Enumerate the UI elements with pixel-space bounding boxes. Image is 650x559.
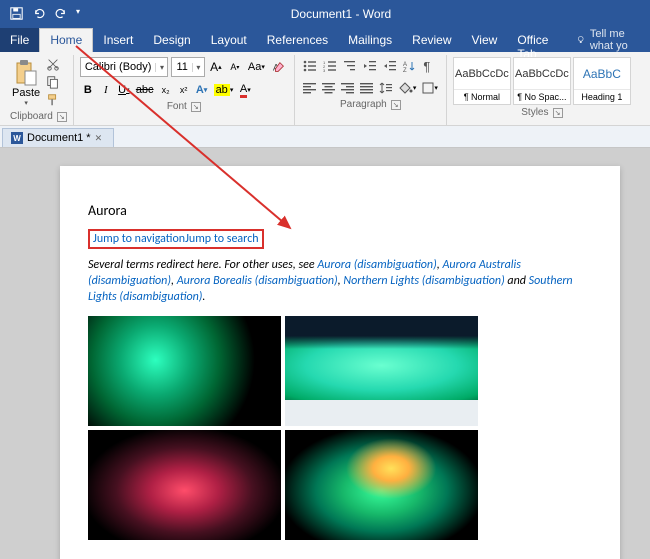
underline-button[interactable]: U▾ xyxy=(116,81,132,99)
clipboard-launcher[interactable]: ↘ xyxy=(57,112,67,122)
text-effects-button[interactable]: A▾ xyxy=(194,81,210,99)
group-styles: AaBbCcDc¶ Normal AaBbCcDc¶ No Spac... Aa… xyxy=(447,55,637,125)
clear-format-button[interactable]: A xyxy=(270,58,288,76)
group-clipboard: Paste ▾ Clipboard ↘ xyxy=(4,55,74,125)
tab-mailings[interactable]: Mailings xyxy=(338,28,402,52)
link-northern-disambig[interactable]: Northern Lights (disambiguation) xyxy=(343,274,504,288)
font-size-combo[interactable]: 11▾ xyxy=(171,57,204,77)
tell-me[interactable]: Tell me what yo xyxy=(576,28,650,52)
style-normal[interactable]: AaBbCcDc¶ Normal xyxy=(453,57,511,105)
sort-button[interactable]: AZ xyxy=(401,57,417,75)
shrink-font-button[interactable]: A▾ xyxy=(227,58,243,76)
font-launcher[interactable]: ↘ xyxy=(191,102,201,112)
tab-design[interactable]: Design xyxy=(143,28,200,52)
tab-file[interactable]: File xyxy=(0,28,39,52)
redo-icon[interactable] xyxy=(54,7,68,21)
increase-indent-button[interactable] xyxy=(381,57,399,75)
save-icon[interactable] xyxy=(10,7,24,21)
svg-text:Z: Z xyxy=(403,68,407,72)
bold-button[interactable]: B xyxy=(80,81,96,99)
tab-insert[interactable]: Insert xyxy=(93,28,143,52)
group-font-label: Font xyxy=(167,101,187,112)
close-doc-icon[interactable]: ✕ xyxy=(95,133,105,143)
disambig-text: Several terms redirect here. For other u… xyxy=(88,257,592,306)
annotation-redbox: Jump to navigationJump to search xyxy=(88,229,264,249)
aurora-image-1[interactable] xyxy=(88,316,281,426)
jump-search-link[interactable]: Jump to search xyxy=(185,232,258,246)
decrease-indent-button[interactable] xyxy=(361,57,379,75)
tab-review[interactable]: Review xyxy=(402,28,461,52)
group-clipboard-label: Clipboard xyxy=(10,111,53,122)
styles-launcher[interactable]: ↘ xyxy=(553,108,563,118)
jump-nav-link[interactable]: Jump to navigation xyxy=(93,232,185,246)
qat-customize-icon[interactable]: ▾ xyxy=(76,7,90,21)
group-font: Calibri (Body)▾ 11▾ A▴ A▾ Aa▾ A B I U▾ a… xyxy=(74,55,295,125)
font-color-button[interactable]: A▾ xyxy=(237,81,253,99)
group-paragraph-label: Paragraph xyxy=(340,99,387,110)
word-icon: W xyxy=(11,132,23,144)
aurora-image-4[interactable] xyxy=(285,430,478,540)
align-justify-button[interactable] xyxy=(358,79,375,97)
tab-references[interactable]: References xyxy=(257,28,338,52)
tab-layout[interactable]: Layout xyxy=(201,28,257,52)
svg-text:3: 3 xyxy=(323,68,326,72)
paragraph-launcher[interactable]: ↘ xyxy=(391,100,401,110)
subscript-button[interactable]: x₂ xyxy=(158,81,174,99)
strikethrough-button[interactable]: abc xyxy=(134,81,156,99)
ribbon: Paste ▾ Clipboard ↘ Calibri (Body)▾ 11▾ A… xyxy=(0,52,650,126)
highlight-button[interactable]: ab▾ xyxy=(212,81,236,99)
doc-title: Aurora xyxy=(88,202,592,219)
line-spacing-button[interactable] xyxy=(377,79,395,97)
style-heading-1[interactable]: AaBbCHeading 1 xyxy=(573,57,631,105)
align-right-button[interactable] xyxy=(339,79,356,97)
paste-button[interactable]: Paste ▾ xyxy=(10,57,42,109)
align-left-button[interactable] xyxy=(301,79,318,97)
tell-me-label: Tell me what yo xyxy=(590,28,650,52)
grow-font-button[interactable]: A▴ xyxy=(208,58,224,76)
group-styles-label: Styles xyxy=(521,107,548,118)
lightbulb-icon xyxy=(576,34,586,46)
link-borealis-disambig[interactable]: Aurora Borealis (disambiguation) xyxy=(177,274,338,288)
align-center-button[interactable] xyxy=(320,79,337,97)
tab-office[interactable]: Office Tab xyxy=(507,28,570,52)
tab-view[interactable]: View xyxy=(462,28,508,52)
link-aurora-disambig[interactable]: Aurora (disambiguation) xyxy=(317,258,436,272)
font-name-combo[interactable]: Calibri (Body)▾ xyxy=(80,57,169,77)
aurora-image-2[interactable] xyxy=(285,316,478,426)
tab-home[interactable]: Home xyxy=(39,28,93,52)
multilevel-button[interactable] xyxy=(341,57,359,75)
format-painter-button[interactable] xyxy=(46,93,62,109)
image-grid xyxy=(88,316,478,540)
document-tab[interactable]: W Document1 * ✕ xyxy=(2,128,114,147)
document-tab-label: Document1 * xyxy=(27,132,91,144)
change-case-button[interactable]: Aa▾ xyxy=(246,58,267,76)
ribbon-tablist: File Home Insert Design Layout Reference… xyxy=(0,28,650,52)
aurora-image-3[interactable] xyxy=(88,430,281,540)
undo-icon[interactable] xyxy=(32,7,46,21)
cut-button[interactable] xyxy=(46,57,62,73)
window-title: Document1 - Word xyxy=(96,7,586,21)
bullets-button[interactable] xyxy=(301,57,319,75)
style-no-spacing[interactable]: AaBbCcDc¶ No Spac... xyxy=(513,57,571,105)
paste-icon xyxy=(14,59,38,87)
shading-button[interactable]: ▾ xyxy=(397,79,419,97)
italic-button[interactable]: I xyxy=(98,81,114,99)
numbering-button[interactable]: 123 xyxy=(321,57,339,75)
superscript-button[interactable]: x² xyxy=(176,81,192,99)
borders-button[interactable]: ▾ xyxy=(420,79,440,97)
copy-button[interactable] xyxy=(46,75,62,91)
group-paragraph: 123 AZ ¶ ▾ ▾ Paragraph ↘ xyxy=(295,55,447,125)
page: Aurora Jump to navigationJump to search … xyxy=(60,166,620,559)
document-canvas[interactable]: Aurora Jump to navigationJump to search … xyxy=(0,148,650,559)
show-paragraph-button[interactable]: ¶ xyxy=(419,57,435,75)
